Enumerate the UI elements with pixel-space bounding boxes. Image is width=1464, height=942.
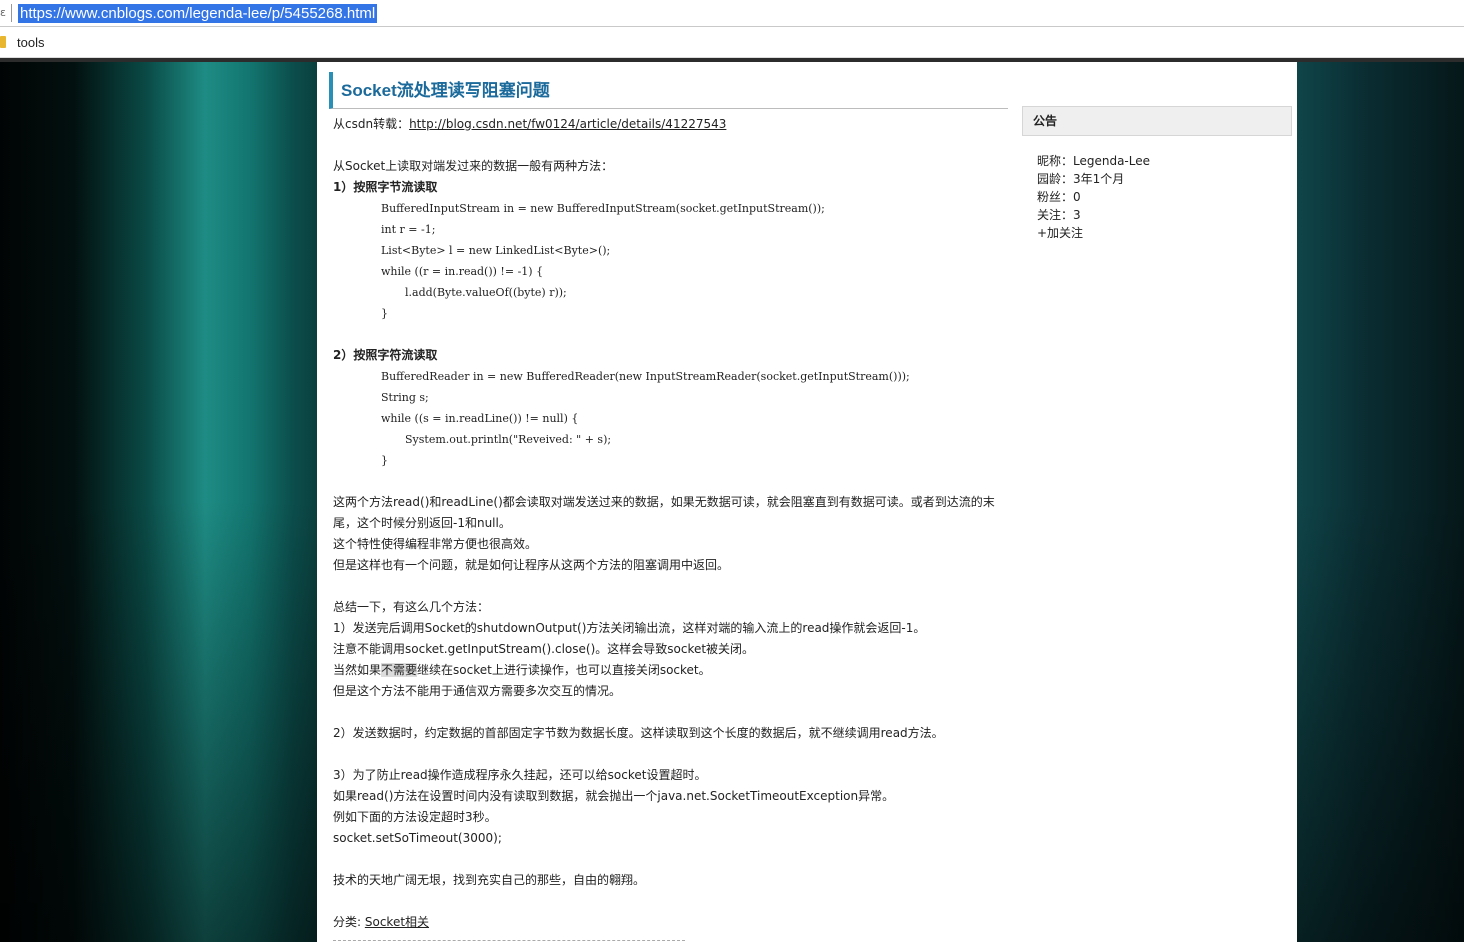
add-follow-link[interactable]: +加关注: [1037, 226, 1083, 240]
sidebar: 公告 昵称：Legenda-Lee 园龄：3年1个月 粉丝：0 关注：3 +加关…: [1022, 106, 1292, 242]
text-segment: 继续在socket上进行读操作，也可以直接关闭socket。: [417, 663, 711, 677]
intro-text: 从Socket上读取对端发过来的数据一般有两种方法：: [333, 159, 614, 173]
profile-age: 园龄：3年1个月: [1037, 172, 1125, 186]
method2-title: 2）按照字符流读取: [333, 348, 438, 362]
profile-info: 昵称：Legenda-Lee 园龄：3年1个月 粉丝：0 关注：3 +加关注: [1022, 152, 1292, 242]
profile-follow: 关注：3: [1037, 208, 1081, 222]
code-line: System.out.println("Reveived: " + s);: [405, 433, 612, 446]
bookmarks-bar: tools: [0, 27, 1464, 58]
post-title[interactable]: Socket流处理读写阻塞问题: [341, 76, 550, 101]
code-line: }: [381, 454, 388, 467]
summary-intro: 总结一下，有这么几个方法：: [333, 600, 490, 614]
post-body: 从csdn转载：http://blog.csdn.net/fw0124/arti…: [333, 114, 1003, 933]
post-title-bar: Socket流处理读写阻塞问题: [329, 72, 1008, 109]
bookmark-tools[interactable]: tools: [17, 35, 44, 50]
url-input[interactable]: https://www.cnblogs.com/legenda-lee/p/54…: [18, 4, 378, 23]
paragraph-line: 2）发送数据时，约定数据的首部固定字节数为数据长度。这样读取到这个长度的数据后，…: [333, 726, 944, 740]
code-line: BufferedInputStream in = new BufferedInp…: [381, 202, 825, 215]
category-line: 分类: Socket相关: [333, 912, 1003, 933]
code-line: String s;: [381, 391, 429, 404]
paragraph-line: 这个特性使得编程非常方便也很高效。: [333, 537, 538, 551]
paragraph-line: socket.setSoTimeout(3000);: [333, 831, 502, 845]
text-segment: 当然如果: [333, 663, 382, 677]
code-line: int r = -1;: [381, 223, 436, 236]
method1-title: 1）按照字节流读取: [333, 180, 438, 194]
post-footer-divider: [333, 940, 685, 941]
profile-fans: 粉丝：0: [1037, 190, 1081, 204]
closing-line: 技术的天地广阔无垠，找到充实自己的那些，自由的翱翔。: [333, 873, 646, 887]
paragraph-line: 注意不能调用socket.getInputStream().close()。这样…: [333, 642, 755, 656]
code-line: while ((r = in.read()) != -1) {: [381, 265, 544, 278]
source-prefix: 从csdn转载：: [333, 117, 410, 131]
category-label: 分类:: [333, 915, 365, 929]
code-line: l.add(Byte.valueOf((byte) r));: [405, 286, 567, 299]
paragraph-line: 例如下面的方法设定超时3秒。: [333, 810, 497, 824]
source-link[interactable]: http://blog.csdn.net/fw0124/article/deta…: [409, 117, 726, 131]
nickname-link[interactable]: 昵称：Legenda-Lee: [1037, 154, 1150, 168]
paragraph-line: 但是这个方法不能用于通信双方需要多次交互的情况。: [333, 684, 622, 698]
paragraph-line: 如果read()方法在设置时间内没有读取到数据，就会抛出一个java.net.S…: [333, 789, 895, 803]
code-line: }: [381, 307, 388, 320]
category-link[interactable]: Socket相关: [365, 915, 429, 929]
paragraph-line: 但是这样也有一个问题，就是如何让程序从这两个方法的阻塞调用中返回。: [333, 558, 730, 572]
highlighted-text: 不需要: [381, 663, 418, 677]
source-line: 从csdn转载：http://blog.csdn.net/fw0124/arti…: [333, 114, 1003, 135]
paragraph-line: 这两个方法read()和readLine()都会读取对端发送过来的数据，如果无数…: [333, 495, 995, 509]
paragraph-line: 3）为了防止read操作造成程序永久挂起，还可以给socket设置超时。: [333, 768, 707, 782]
profile-nickname: 昵称：Legenda-Lee: [1037, 152, 1292, 170]
site-info-icon[interactable]: ɛ: [0, 6, 8, 20]
paragraph-line: 当然如果不需要继续在socket上进行读操作，也可以直接关闭socket。: [333, 660, 1003, 681]
paragraph-line: 1）发送完后调用Socket的shutdownOutput()方法关闭输出流，这…: [333, 621, 926, 635]
address-divider: [11, 4, 12, 22]
code-line: BufferedReader in = new BufferedReader(n…: [381, 370, 910, 383]
address-bar: ɛ https://www.cnblogs.com/legenda-lee/p/…: [0, 0, 1464, 27]
code-line: List<Byte> l = new LinkedList<Byte>();: [381, 244, 611, 257]
paragraph-line: 尾，这个时候分别返回-1和null。: [333, 516, 511, 530]
blog-container: Socket流处理读写阻塞问题 从csdn转载：http://blog.csdn…: [317, 62, 1297, 942]
folder-icon: [0, 36, 6, 48]
notice-header: 公告: [1022, 106, 1292, 136]
code-line: while ((s = in.readLine()) != null) {: [381, 412, 579, 425]
